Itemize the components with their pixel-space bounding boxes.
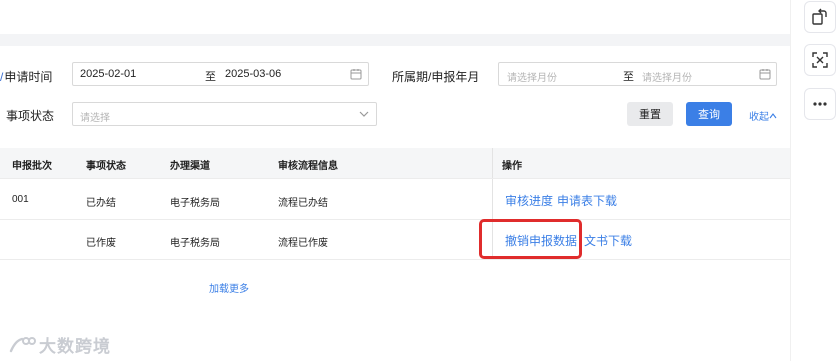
column-header-flow: 审核流程信息 bbox=[278, 161, 338, 172]
row-divider bbox=[0, 178, 790, 179]
period-end-placeholder[interactable]: 请选择月份 bbox=[642, 69, 692, 84]
top-band bbox=[0, 34, 790, 46]
more-icon bbox=[813, 102, 827, 106]
more-button[interactable] bbox=[804, 88, 836, 120]
load-more-link[interactable]: 加载更多 bbox=[209, 280, 249, 295]
column-header-status: 事项状态 bbox=[86, 161, 126, 172]
cell-status: 已办结 bbox=[86, 198, 116, 209]
row-divider bbox=[0, 259, 790, 260]
row-divider bbox=[0, 219, 790, 220]
column-header-channel: 办理渠道 bbox=[170, 161, 210, 172]
page: /申请时间 2025-02-01 至 2025-03-06 所属期/申报年月 请… bbox=[0, 0, 838, 361]
watermark: 大数跨境 bbox=[8, 332, 111, 357]
apply-time-label-text: 申请时间 bbox=[4, 70, 53, 84]
cell-channel: 电子税务局 bbox=[170, 238, 220, 249]
range-separator: 至 bbox=[205, 71, 216, 83]
scan-icon bbox=[812, 52, 828, 68]
review-progress-link[interactable]: 审核进度 bbox=[505, 192, 553, 209]
scan-button[interactable] bbox=[804, 44, 836, 76]
collapse-label: 收起 bbox=[749, 112, 769, 123]
document-download-link[interactable]: 文书下载 bbox=[584, 232, 632, 249]
reset-button[interactable]: 重置 bbox=[627, 102, 673, 126]
rotate-icon bbox=[812, 8, 827, 25]
rotate-button[interactable] bbox=[804, 1, 836, 33]
period-label: 所属期/申报年月 bbox=[392, 70, 480, 84]
column-header-actions: 操作 bbox=[502, 161, 522, 172]
watermark-logo-icon bbox=[9, 336, 36, 352]
cell-flow: 流程已作废 bbox=[278, 238, 328, 249]
cell-batch: 001 bbox=[12, 194, 29, 205]
apply-time-range-input[interactable]: 2025-02-01 至 2025-03-06 bbox=[72, 62, 369, 86]
cell-status: 已作废 bbox=[86, 238, 116, 249]
chevron-up-icon bbox=[769, 113, 777, 119]
status-label: 事项状态 bbox=[6, 109, 55, 123]
calendar-icon bbox=[759, 69, 771, 80]
apply-time-end[interactable]: 2025-03-06 bbox=[225, 68, 281, 80]
status-placeholder: 请选择 bbox=[80, 113, 110, 124]
application-download-link[interactable]: 申请表下载 bbox=[557, 192, 617, 209]
apply-time-label: /申请时间 bbox=[0, 68, 52, 85]
chevron-down-icon bbox=[359, 111, 369, 117]
period-start-placeholder[interactable]: 请选择月份 bbox=[507, 69, 557, 84]
cell-flow: 流程已办结 bbox=[278, 198, 328, 209]
required-mark: / bbox=[0, 70, 4, 84]
status-select[interactable]: 请选择 bbox=[72, 102, 377, 126]
cell-channel: 电子税务局 bbox=[170, 198, 220, 209]
collapse-link[interactable]: 收起 bbox=[749, 108, 777, 123]
column-header-batch: 申报批次 bbox=[12, 161, 52, 172]
query-button[interactable]: 查询 bbox=[686, 102, 732, 126]
period-range-input[interactable]: 请选择月份 至 请选择月份 bbox=[498, 62, 777, 86]
period-range-separator: 至 bbox=[623, 71, 634, 83]
apply-time-start[interactable]: 2025-02-01 bbox=[80, 68, 136, 80]
watermark-text: 大数跨境 bbox=[39, 337, 111, 356]
calendar-icon bbox=[350, 69, 362, 80]
highlight-box bbox=[479, 219, 582, 259]
